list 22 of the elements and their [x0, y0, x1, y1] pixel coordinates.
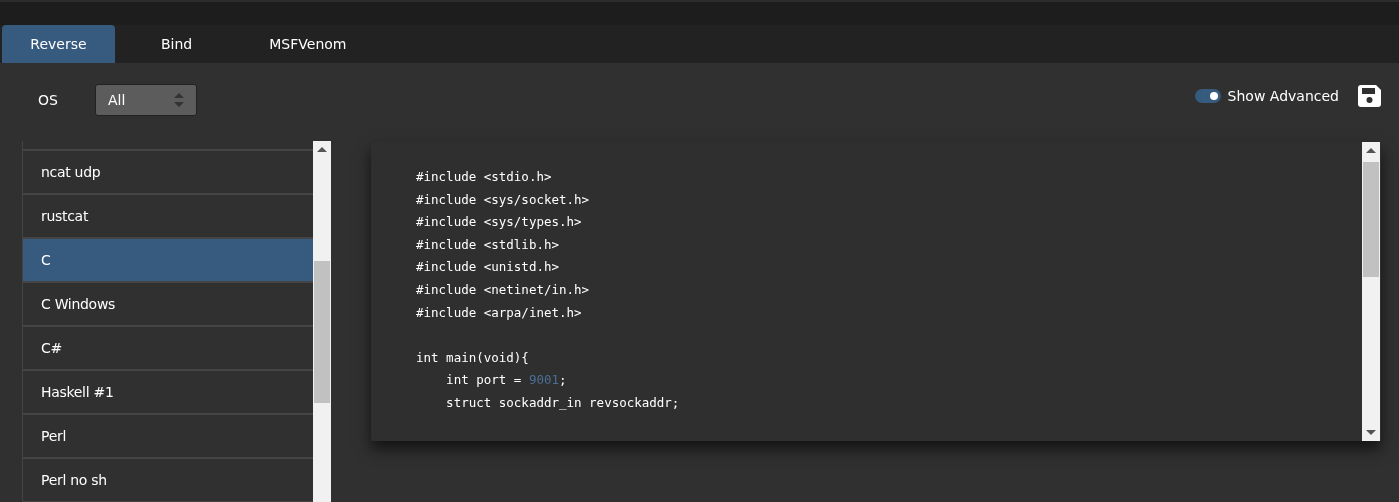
code-line: #include <netinet/in.h>: [416, 280, 591, 299]
field-label: OS: [38, 92, 59, 108]
code-line: int main(void){: [416, 348, 530, 367]
code-line: #include <stdlib.h>: [416, 235, 560, 254]
tab[interactable]: Bind: [115, 25, 239, 63]
os-select[interactable]: All: [95, 84, 197, 116]
code-line: int port = 9001;: [445, 371, 568, 390]
tab[interactable]: Reverse: [2, 25, 115, 63]
toggle-label: Show Advanced: [1227, 88, 1339, 104]
scrollbar[interactable]: [1362, 142, 1380, 441]
code-line: #include <sys/socket.h>: [416, 190, 591, 209]
toggle-switch[interactable]: [1194, 89, 1221, 103]
code-line: #include <arpa/inet.h>: [416, 303, 583, 322]
code-line: #include <sys/types.h>: [416, 213, 583, 232]
code-line: struct sockaddr_in revsockaddr;: [445, 393, 680, 412]
save-icon[interactable]: [1358, 85, 1381, 107]
code-line: #include <unistd.h>: [416, 258, 560, 277]
code-line: #include <stdio.h>: [416, 168, 553, 186]
list-item[interactable]: C: [23, 239, 313, 283]
scrollbar[interactable]: [313, 141, 331, 502]
tab[interactable]: MSFVenom: [238, 25, 378, 63]
sort-icon: [174, 93, 184, 107]
